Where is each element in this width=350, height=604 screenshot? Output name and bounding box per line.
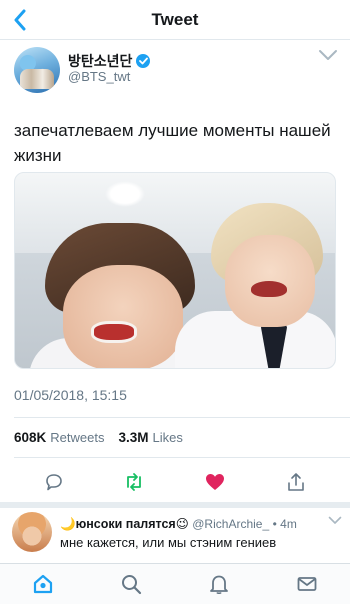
likes-label[interactable]: Likes — [153, 430, 183, 445]
reply-button[interactable] — [42, 470, 66, 494]
tweet-action-bar — [0, 462, 350, 502]
likes-count[interactable]: 3.3M — [118, 430, 148, 445]
home-icon — [33, 574, 53, 594]
search-icon — [122, 575, 142, 595]
tab-search[interactable] — [119, 572, 143, 596]
reply-avatar[interactable] — [12, 512, 52, 552]
reply-time: • 4m — [272, 517, 297, 531]
retweet-button[interactable] — [122, 470, 146, 494]
chevron-down-icon[interactable] — [328, 512, 342, 524]
tab-messages[interactable] — [295, 572, 319, 596]
comment-bubble-icon — [46, 474, 62, 491]
reply-author-handle[interactable]: @RichArchie_ — [192, 517, 269, 531]
like-button[interactable] — [203, 470, 227, 494]
retweet-icon — [127, 473, 141, 491]
retweets-count[interactable]: 608K — [14, 430, 46, 445]
page-title: Tweet — [151, 10, 199, 29]
tweet-text: запечатлеваем лучшие моменты нашей жизни — [14, 121, 331, 165]
retweets-label[interactable]: Retweets — [50, 430, 104, 445]
author-handle[interactable]: @BTS_twt — [68, 69, 130, 84]
heart-icon — [206, 474, 224, 490]
divider — [14, 417, 350, 418]
tab-home[interactable] — [31, 572, 55, 596]
reply-text: мне кажется, или мы стэним гениев — [60, 535, 277, 550]
reply-author-name[interactable]: 🌙юнсоки палятся😉 — [60, 517, 189, 531]
mail-icon — [297, 577, 317, 591]
reply-header: 🌙юнсоки палятся😉 @RichArchie_ • 4m — [60, 516, 340, 532]
tab-notifications[interactable] — [207, 572, 231, 596]
verified-badge-icon — [136, 54, 151, 68]
tweet-stats: 608K Retweets 3.3M Likes — [14, 430, 183, 445]
bottom-tab-bar — [0, 563, 350, 604]
share-button[interactable] — [284, 470, 308, 494]
author-name-row[interactable]: 방탄소년단 — [68, 51, 151, 71]
divider — [14, 457, 350, 458]
share-upload-icon — [288, 473, 304, 491]
tweet-timestamp: 01/05/2018, 15:15 — [14, 387, 127, 403]
tweet-photo[interactable] — [14, 172, 336, 369]
navigation-bar: Tweet — [0, 0, 350, 40]
author-avatar[interactable] — [14, 47, 60, 93]
chevron-down-icon[interactable] — [318, 48, 338, 62]
author-name[interactable]: 방탄소년단 — [68, 51, 132, 71]
bell-icon — [210, 575, 228, 595]
